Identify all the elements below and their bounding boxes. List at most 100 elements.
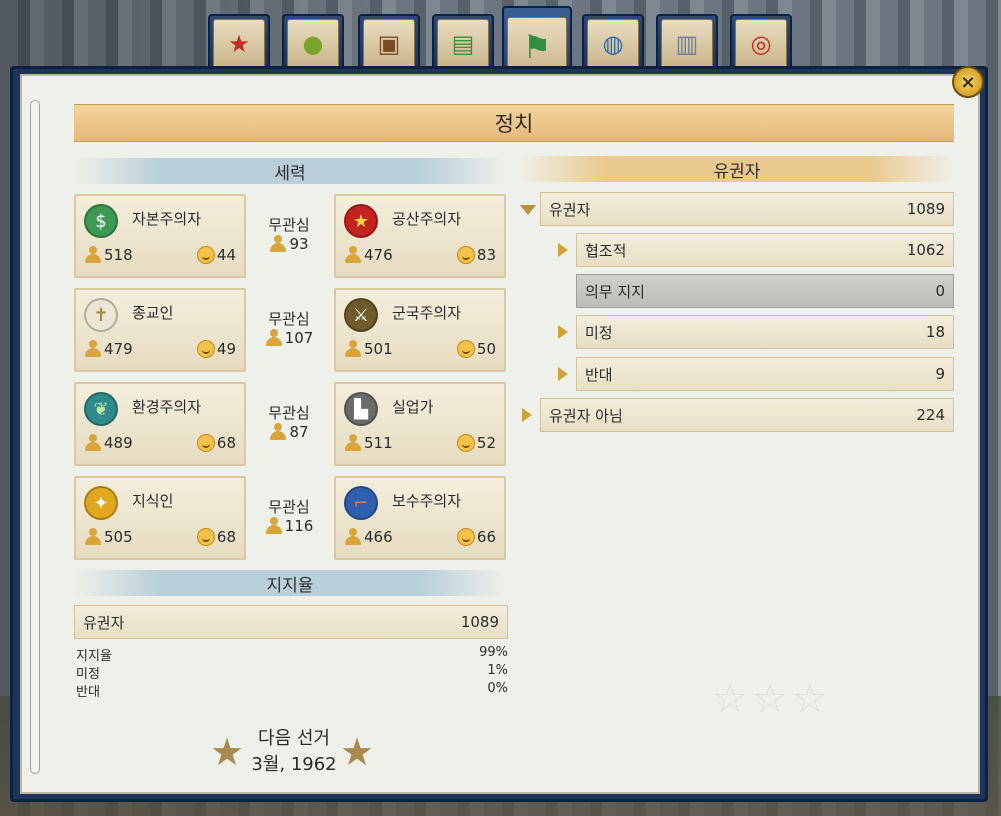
money-icon: ▤ xyxy=(437,19,489,69)
voters-cooperative-label: 협조적 xyxy=(585,241,627,260)
indifferent-count: 무관심 87 xyxy=(268,404,310,441)
faction-card-militarists[interactable]: ⚔ 군국주의자 501 50 xyxy=(334,288,506,372)
smile-icon xyxy=(456,434,475,452)
approval-line-undecided: 미정 1% xyxy=(76,663,508,682)
voters-opposed-value: 9 xyxy=(935,365,945,383)
tab-food[interactable]: ● xyxy=(282,14,344,74)
faction-card-communists[interactable]: ★ 공산주의자 476 83 xyxy=(334,194,506,278)
faction-name: 환경주의자 xyxy=(132,398,202,416)
person-icon xyxy=(84,434,102,452)
tab-people[interactable]: ▣ xyxy=(358,14,420,74)
faction-happiness: 44 xyxy=(196,246,236,264)
faction-card-environmentalists[interactable]: ❦ 환경주의자 489 68 xyxy=(74,382,246,466)
voters-mandatory-value: 0 xyxy=(935,282,945,300)
faction-card-capitalists[interactable]: $ 자본주의자 518 44 xyxy=(74,194,246,278)
indifferent-count: 무관심 93 xyxy=(268,216,310,253)
tab-buildings[interactable]: ▥ xyxy=(656,14,718,74)
approval-voters-row: 유권자 1089 xyxy=(74,605,508,639)
person-icon xyxy=(265,517,283,535)
communist-star-icon: ★ xyxy=(344,204,378,238)
faction-name: 지식인 xyxy=(132,492,174,510)
faction-card-conservatives[interactable]: ⌐ 보수주의자 466 66 xyxy=(334,476,506,560)
non-voters-row[interactable]: 유권자 아님 224 xyxy=(540,398,954,432)
voters-undecided-row[interactable]: 미정 18 xyxy=(576,315,954,349)
page-title: 정치 xyxy=(494,112,534,136)
tab-foreign-affairs[interactable]: ◍ xyxy=(582,14,644,74)
faction-card-religious[interactable]: ✝ 종교인 479 49 xyxy=(74,288,246,372)
approval-header: 지지율 xyxy=(74,570,506,596)
faction-happiness: 68 xyxy=(196,528,236,546)
voters-root-row[interactable]: 유권자 1089 xyxy=(540,192,954,226)
faction-happiness: 83 xyxy=(456,246,496,264)
smile-icon xyxy=(456,340,475,358)
person-icon xyxy=(344,434,362,452)
smile-icon xyxy=(196,246,215,264)
faction-card-intellectuals[interactable]: ✦ 지식인 505 68 xyxy=(74,476,246,560)
faction-members: 501 xyxy=(344,340,393,358)
portrait-icon: ▣ xyxy=(363,19,415,69)
expand-arrow-icon[interactable] xyxy=(558,367,568,381)
approval-line-support: 지지율 99% xyxy=(76,645,508,664)
voters-opposed-row[interactable]: 반대 9 xyxy=(576,357,954,391)
globe-icon: ◍ xyxy=(587,19,639,69)
faction-happiness: 52 xyxy=(456,434,496,452)
voters-root-label: 유권자 xyxy=(549,200,591,219)
faction-happiness: 49 xyxy=(196,340,236,358)
expand-arrow-icon[interactable] xyxy=(522,408,532,422)
factory-icon: ▙ xyxy=(344,392,378,426)
faction-name: 종교인 xyxy=(132,304,174,322)
lightbulb-icon: ✦ xyxy=(84,486,118,520)
expand-arrow-icon[interactable] xyxy=(558,325,568,339)
faction-members: 505 xyxy=(84,528,133,546)
person-icon xyxy=(344,528,362,546)
voters-root-value: 1089 xyxy=(906,200,945,218)
approval-voters-value: 1089 xyxy=(460,613,499,631)
faction-members: 511 xyxy=(344,434,393,452)
voters-cooperative-row[interactable]: 협조적 1062 xyxy=(576,233,954,267)
person-icon xyxy=(269,235,287,253)
faction-card-industrialists[interactable]: ▙ 실업가 511 52 xyxy=(334,382,506,466)
voters-undecided-label: 미정 xyxy=(585,323,613,342)
voters-opposed-label: 반대 xyxy=(585,365,613,384)
faction-members: 518 xyxy=(84,246,133,264)
voters-header-label: 유권자 xyxy=(713,161,761,182)
factions-header-label: 세력 xyxy=(274,163,306,184)
person-icon xyxy=(84,340,102,358)
tab-ruler[interactable]: ★ xyxy=(208,14,270,74)
building-icon: ▥ xyxy=(661,19,713,69)
pipe-icon: ⌐ xyxy=(344,486,378,520)
factions-header: 세력 xyxy=(74,158,506,184)
faction-members: 466 xyxy=(344,528,393,546)
expand-arrow-icon[interactable] xyxy=(558,243,568,257)
approval-voters-label: 유권자 xyxy=(83,613,125,632)
title-banner: 정치 xyxy=(74,104,954,142)
person-icon xyxy=(84,246,102,264)
voters-undecided-value: 18 xyxy=(925,323,945,341)
faction-name: 군국주의자 xyxy=(392,304,462,322)
leaf-icon: ❦ xyxy=(84,392,118,426)
person-icon xyxy=(269,423,287,441)
sword-icon: ⚔ xyxy=(344,298,378,332)
tab-economy[interactable]: ▤ xyxy=(432,14,494,74)
non-voters-label: 유권자 아님 xyxy=(549,406,623,425)
voters-cooperative-value: 1062 xyxy=(906,241,945,259)
tab-objectives[interactable]: ◎ xyxy=(730,14,792,74)
scrollbar[interactable] xyxy=(30,100,40,774)
faction-name: 실업가 xyxy=(392,398,434,416)
collapse-arrow-icon[interactable] xyxy=(520,205,536,215)
person-icon xyxy=(344,246,362,264)
approval-line-oppose: 반대 0% xyxy=(76,681,508,700)
dollar-icon: $ xyxy=(84,204,118,238)
smile-icon xyxy=(456,528,475,546)
smile-icon xyxy=(196,340,215,358)
close-icon: × xyxy=(960,71,976,93)
faction-happiness: 66 xyxy=(456,528,496,546)
voters-mandatory-row[interactable]: 의무 지지 0 xyxy=(576,274,954,308)
target-icon: ◎ xyxy=(735,19,787,69)
star-c-icon: ★ xyxy=(213,19,265,69)
faction-members: 479 xyxy=(84,340,133,358)
smile-icon xyxy=(456,246,475,264)
person-icon xyxy=(344,340,362,358)
star-icon: ★ xyxy=(340,730,375,774)
close-button[interactable]: × xyxy=(952,66,984,98)
